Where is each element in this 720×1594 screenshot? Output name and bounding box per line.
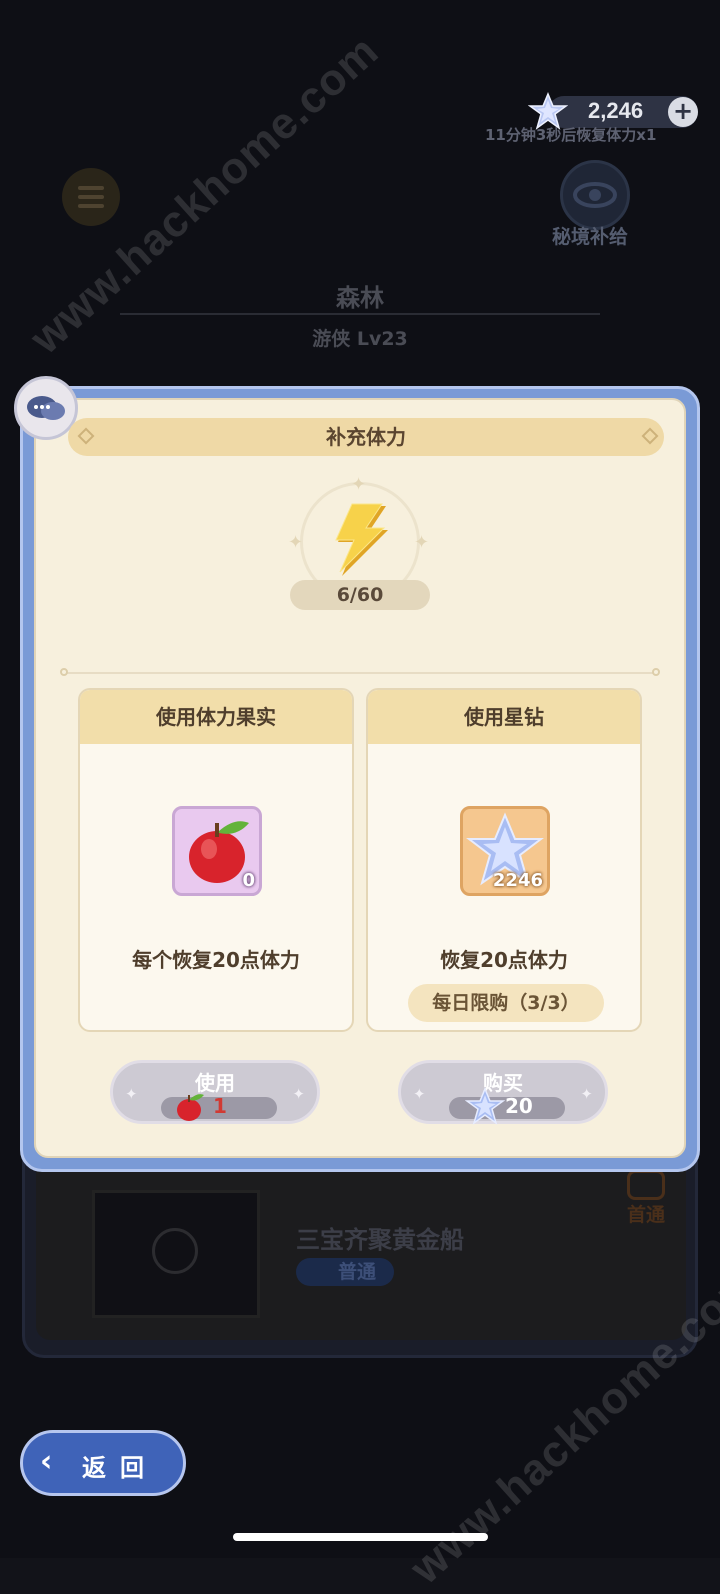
option-header: 使用体力果实 [80,690,352,744]
gem-item-count: 2246 [492,870,543,891]
difficulty-badge: 普通 [296,1258,394,1286]
stage-subtitle: 游侠 Lv23 [312,328,408,350]
gem-count: 2,246 [588,98,644,123]
use-gem-option: 使用星钻 2246 恢复20点体力 每日限购（3/3） [366,688,642,1032]
ring-ornament: ✦ [351,474,367,495]
menu-icon [78,186,104,190]
chat-icon [27,396,65,420]
first-clear-badge: 首通 [620,1170,672,1228]
divider-ornament [652,668,660,676]
daily-limit-badge: 每日限购（3/3） [408,984,604,1022]
add-gems-button[interactable]: + [668,97,698,127]
energy-recover-tip: 11分钟3秒后恢复体力x1 [485,126,657,144]
fruit-cost: 1 [213,1094,227,1118]
option-description: 每个恢复20点体力 [132,948,300,972]
energy-counter: 6/60 [290,580,430,610]
home-indicator[interactable] [233,1533,488,1541]
option-header: 使用星钻 [368,690,640,744]
section-divider [64,672,658,674]
buy-with-gems-button[interactable]: ✦ ✦ 购买 20 [398,1060,608,1127]
first-clear-label: 首通 [626,1204,665,1226]
fruit-count: 0 [242,870,255,891]
eye-icon [573,182,617,208]
ring-ornament: ✦ [414,532,430,553]
secret-supply-label: 秘境补给 [552,226,629,248]
option-description: 恢复20点体力 [440,948,568,972]
menu-icon-line [78,195,104,199]
ring-ornament: ✦ [288,532,304,553]
back-label: 返回 [82,1454,158,1482]
back-arrow-icon: ‹ [40,1444,53,1479]
stage-divider [120,313,600,315]
menu-button[interactable] [62,168,120,226]
divider-ornament [60,668,68,676]
lock-icon [152,1228,198,1274]
secret-supply-button[interactable] [560,160,630,230]
lightning-icon [326,500,396,580]
gem-cost: 20 [505,1094,533,1118]
first-clear-icon [627,1170,665,1200]
use-button-label: 使用 [195,1071,235,1095]
dialog-title: 补充体力 [68,418,664,456]
star-gem-icon [464,1087,506,1127]
star-gem-item[interactable]: 2246 [460,806,550,896]
menu-icon-line [78,204,104,208]
energy-fruit-item[interactable]: 0 [172,806,262,896]
apple-icon [171,1089,207,1125]
use-fruit-button[interactable]: ✦ ✦ 使用 1 [110,1060,320,1124]
stage-card-title: 三宝齐聚黄金船 [296,1226,464,1254]
use-fruit-option: 使用体力果实 0 每个恢复20点体力 [78,688,354,1032]
